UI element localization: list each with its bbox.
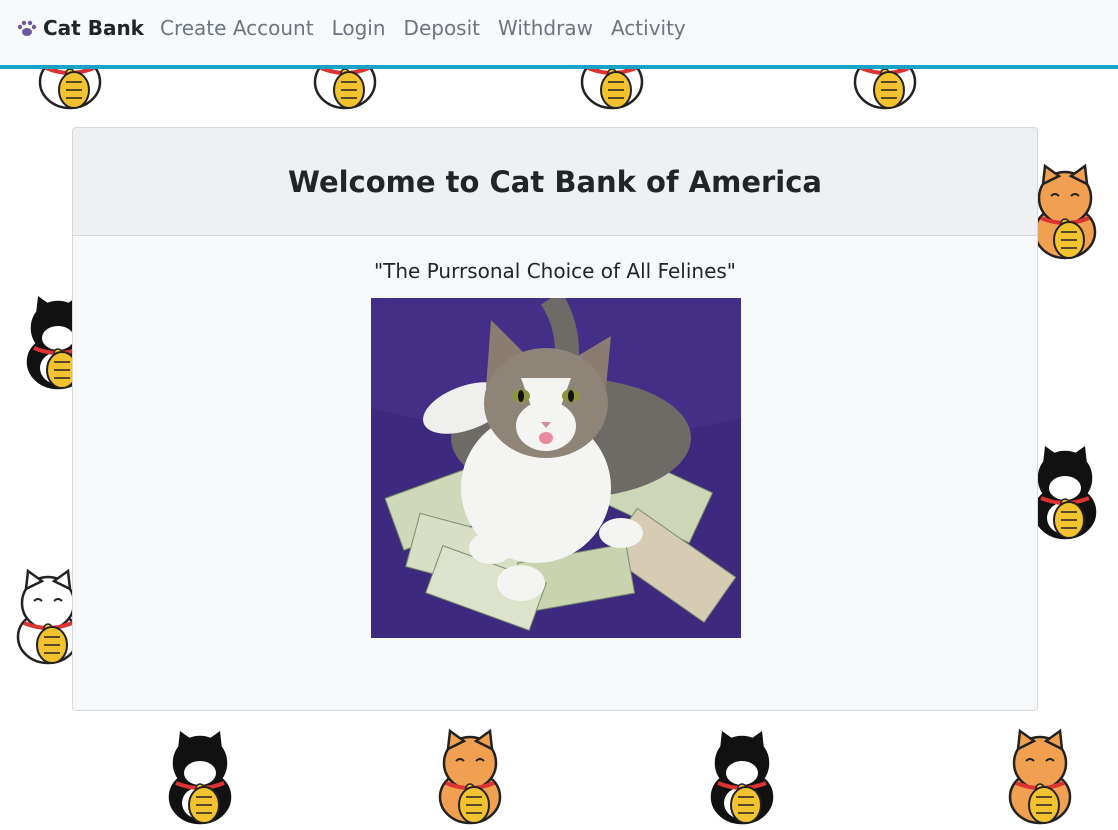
page-title: Welcome to Cat Bank of America	[287, 164, 823, 199]
nav-activity[interactable]: Activity	[611, 16, 686, 40]
navbar: Cat Bank Create Account Login Deposit Wi…	[0, 0, 1118, 69]
brand-link[interactable]: Cat Bank	[16, 16, 144, 40]
nav-login[interactable]: Login	[332, 16, 386, 40]
card-header: Welcome to Cat Bank of America	[73, 128, 1037, 236]
nav-create-account[interactable]: Create Account	[160, 16, 314, 40]
tagline: "The Purrsonal Choice of All Felines"	[373, 259, 737, 283]
nav-deposit[interactable]: Deposit	[404, 16, 480, 40]
nav-links: Create Account Login Deposit Withdraw Ac…	[160, 16, 704, 40]
nav-withdraw[interactable]: Withdraw	[498, 16, 593, 40]
welcome-card: Welcome to Cat Bank of America "The Purr…	[72, 127, 1038, 711]
brand-label: Cat Bank	[43, 16, 144, 40]
cat-on-money-photo	[371, 298, 741, 638]
paw-icon	[17, 20, 37, 36]
